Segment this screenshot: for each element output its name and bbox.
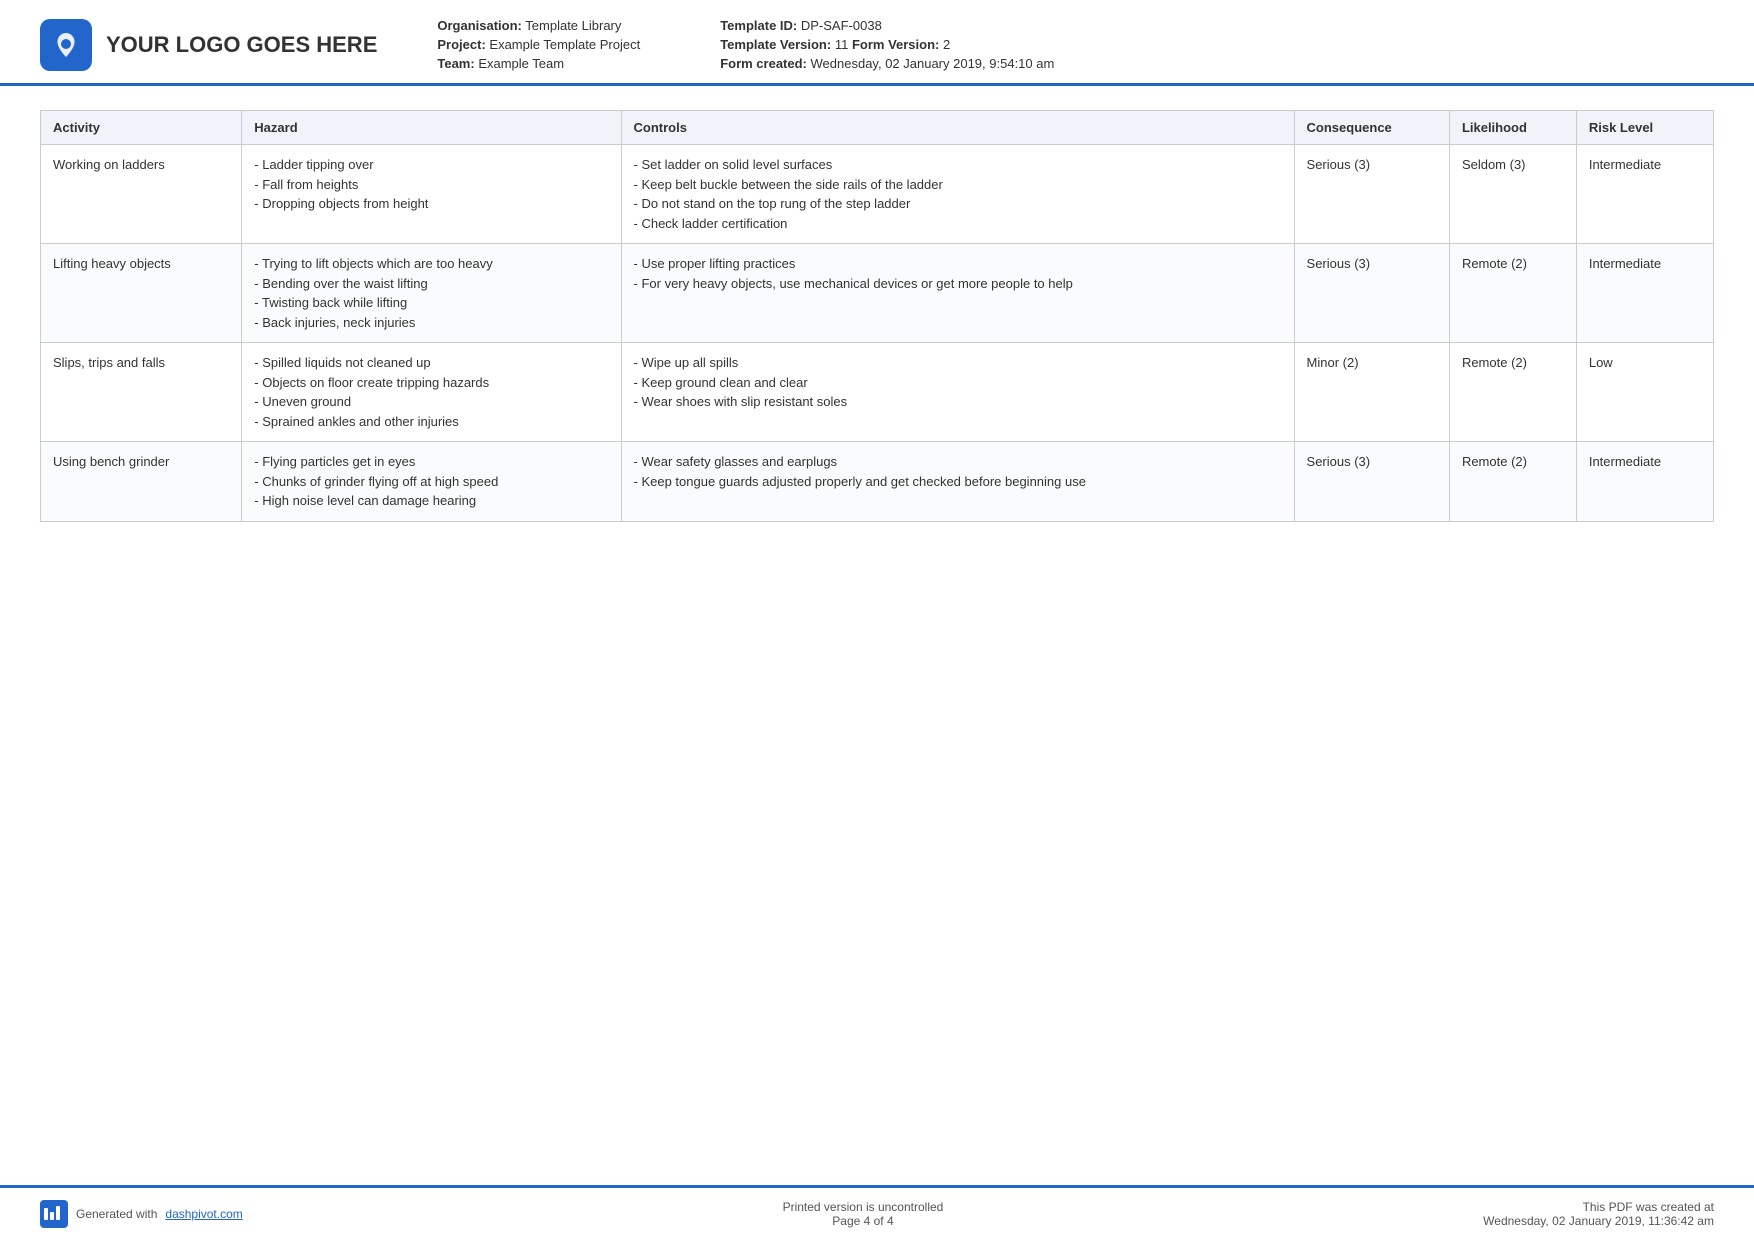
- team-value: Example Team: [478, 56, 564, 71]
- risk-table: Activity Hazard Controls Consequence Lik…: [40, 110, 1714, 522]
- meta-col-right: Template ID: DP-SAF-0038 Template Versio…: [720, 18, 1054, 71]
- project-value: Example Template Project: [489, 37, 640, 52]
- cell-hazard: - Flying particles get in eyes- Chunks o…: [242, 442, 621, 522]
- form-created-row: Form created: Wednesday, 02 January 2019…: [720, 56, 1054, 71]
- footer-left: Generated with dashpivot.com: [40, 1200, 243, 1228]
- printed-label: Printed version is uncontrolled: [783, 1200, 944, 1214]
- logo-icon: [40, 19, 92, 71]
- logo-area: YOUR LOGO GOES HERE: [40, 19, 377, 71]
- table-row: Using bench grinder- Flying particles ge…: [41, 442, 1714, 522]
- header-meta: Organisation: Template Library Project: …: [437, 18, 1714, 71]
- cell-likelihood: Remote (2): [1449, 343, 1576, 442]
- template-id-label: Template ID:: [720, 18, 797, 33]
- col-risk-level: Risk Level: [1576, 111, 1713, 145]
- footer-center: Printed version is uncontrolled Page 4 o…: [783, 1200, 944, 1228]
- team-label: Team:: [437, 56, 474, 71]
- cell-risk_level: Intermediate: [1576, 145, 1713, 244]
- cell-activity: Using bench grinder: [41, 442, 242, 522]
- org-value: Template Library: [525, 18, 621, 33]
- cell-activity: Slips, trips and falls: [41, 343, 242, 442]
- footer: Generated with dashpivot.com Printed ver…: [0, 1185, 1754, 1240]
- col-hazard: Hazard: [242, 111, 621, 145]
- template-version-label: Template Version:: [720, 37, 831, 52]
- cell-controls: - Use proper lifting practices- For very…: [621, 244, 1294, 343]
- cell-likelihood: Remote (2): [1449, 244, 1576, 343]
- col-activity: Activity: [41, 111, 242, 145]
- cell-controls: - Wipe up all spills- Keep ground clean …: [621, 343, 1294, 442]
- template-version-value: 11: [835, 37, 849, 52]
- table-row: Lifting heavy objects- Trying to lift ob…: [41, 244, 1714, 343]
- generated-link[interactable]: dashpivot.com: [165, 1207, 242, 1221]
- project-label: Project:: [437, 37, 485, 52]
- dashpivot-icon: [40, 1200, 68, 1228]
- template-id-value: DP-SAF-0038: [801, 18, 882, 33]
- template-id-row: Template ID: DP-SAF-0038: [720, 18, 1054, 33]
- logo-text: YOUR LOGO GOES HERE: [106, 32, 377, 58]
- cell-hazard: - Ladder tipping over- Fall from heights…: [242, 145, 621, 244]
- col-controls: Controls: [621, 111, 1294, 145]
- cell-controls: - Wear safety glasses and earplugs- Keep…: [621, 442, 1294, 522]
- table-row: Working on ladders- Ladder tipping over-…: [41, 145, 1714, 244]
- cell-consequence: Serious (3): [1294, 145, 1449, 244]
- cell-risk_level: Intermediate: [1576, 244, 1713, 343]
- page-info: Page 4 of 4: [783, 1214, 944, 1228]
- team-row: Team: Example Team: [437, 56, 640, 71]
- form-version-value: 2: [943, 37, 950, 52]
- cell-activity: Lifting heavy objects: [41, 244, 242, 343]
- version-row: Template Version: 11 Form Version: 2: [720, 37, 1054, 52]
- table-header-row: Activity Hazard Controls Consequence Lik…: [41, 111, 1714, 145]
- form-version-label: Form Version:: [852, 37, 939, 52]
- cell-controls: - Set ladder on solid level surfaces- Ke…: [621, 145, 1294, 244]
- cell-likelihood: Seldom (3): [1449, 145, 1576, 244]
- cell-hazard: - Trying to lift objects which are too h…: [242, 244, 621, 343]
- cell-risk_level: Low: [1576, 343, 1713, 442]
- col-consequence: Consequence: [1294, 111, 1449, 145]
- cell-likelihood: Remote (2): [1449, 442, 1576, 522]
- cell-risk_level: Intermediate: [1576, 442, 1713, 522]
- pdf-label: This PDF was created at: [1483, 1200, 1714, 1214]
- footer-right: This PDF was created at Wednesday, 02 Ja…: [1483, 1200, 1714, 1228]
- pdf-date: Wednesday, 02 January 2019, 11:36:42 am: [1483, 1214, 1714, 1228]
- table-row: Slips, trips and falls- Spilled liquids …: [41, 343, 1714, 442]
- cell-consequence: Serious (3): [1294, 244, 1449, 343]
- generated-label: Generated with: [76, 1207, 157, 1221]
- org-label: Organisation:: [437, 18, 522, 33]
- org-row: Organisation: Template Library: [437, 18, 640, 33]
- meta-col-left: Organisation: Template Library Project: …: [437, 18, 640, 71]
- form-created-value: Wednesday, 02 January 2019, 9:54:10 am: [811, 56, 1055, 71]
- cell-consequence: Minor (2): [1294, 343, 1449, 442]
- cell-activity: Working on ladders: [41, 145, 242, 244]
- header: YOUR LOGO GOES HERE Organisation: Templa…: [0, 0, 1754, 86]
- cell-hazard: - Spilled liquids not cleaned up- Object…: [242, 343, 621, 442]
- project-row: Project: Example Template Project: [437, 37, 640, 52]
- form-created-label: Form created:: [720, 56, 807, 71]
- cell-consequence: Serious (3): [1294, 442, 1449, 522]
- col-likelihood: Likelihood: [1449, 111, 1576, 145]
- main-content: Activity Hazard Controls Consequence Lik…: [0, 86, 1754, 1185]
